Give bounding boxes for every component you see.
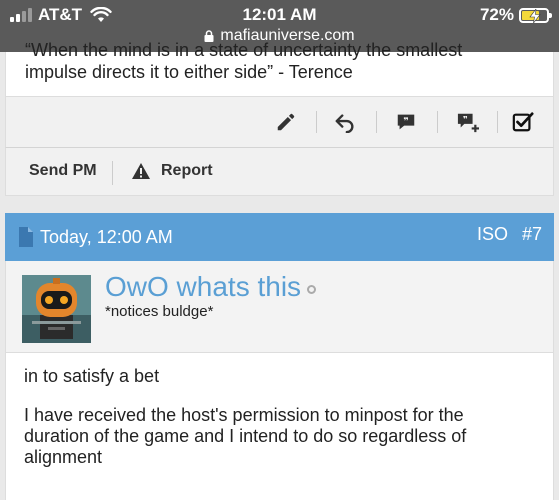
- post-toolbar: ❞ ❞: [5, 96, 554, 148]
- avatar[interactable]: [22, 275, 91, 343]
- user-title: *notices buldge*: [105, 303, 214, 320]
- svg-text:❞: ❞: [403, 116, 408, 127]
- offline-status-icon: [307, 284, 317, 294]
- signature-quote-partial: “When the mind is in a state of uncertai…: [25, 40, 463, 60]
- checkbox-icon[interactable]: [510, 109, 536, 135]
- post-header: Today, 12:00 AM ISO #7: [5, 213, 554, 261]
- send-pm-label: Send PM: [29, 162, 97, 179]
- send-pm-button[interactable]: Send PM: [29, 162, 97, 180]
- signature-quote-line: impulse directs it to either side” - Ter…: [25, 62, 353, 82]
- reply-arrow-icon[interactable]: [332, 109, 358, 135]
- post-header-links: ISO #7: [477, 224, 542, 245]
- post-date: Today, 12:00 AM: [40, 226, 173, 247]
- svg-text:❞: ❞: [463, 114, 468, 124]
- battery-group: 72%: [479, 5, 552, 25]
- iso-link[interactable]: ISO: [477, 224, 508, 245]
- edit-pencil-icon[interactable]: [273, 109, 299, 135]
- toolbar-divider: [437, 111, 438, 133]
- warning-icon: [132, 163, 150, 179]
- post-userinfo: OwO whats this *notices buldge*: [5, 261, 554, 353]
- battery-percent: 72%: [479, 5, 514, 24]
- multi-quote-icon[interactable]: ❞: [455, 109, 481, 135]
- toolbar-divider: [316, 111, 317, 133]
- previous-post-signature: “When the mind is in a state of uncertai…: [5, 40, 554, 96]
- charging-bolt-icon: [529, 8, 541, 23]
- report-button[interactable]: Report: [131, 162, 213, 180]
- battery-icon: [519, 7, 552, 23]
- quote-icon[interactable]: ❞: [393, 109, 419, 135]
- report-label: Report: [161, 162, 213, 179]
- post-text-line: in to satisfy a bet: [24, 366, 160, 386]
- document-icon: [19, 227, 33, 247]
- toolbar-divider: [376, 111, 377, 133]
- post-actions: Send PM Report: [5, 148, 554, 196]
- post-number-link[interactable]: #7: [522, 224, 542, 245]
- clock: 12:01 AM: [242, 5, 317, 24]
- username-text: OwO whats this: [105, 271, 302, 302]
- username-link[interactable]: OwO whats this: [105, 271, 317, 303]
- post-body: in to satisfy a bet I have received the …: [5, 353, 554, 500]
- toolbar-divider: [497, 111, 498, 133]
- post-text-paragraph: I have received the host's permission to…: [24, 405, 467, 467]
- actions-divider: [112, 161, 113, 185]
- post-date-group: Today, 12:00 AM: [17, 226, 173, 248]
